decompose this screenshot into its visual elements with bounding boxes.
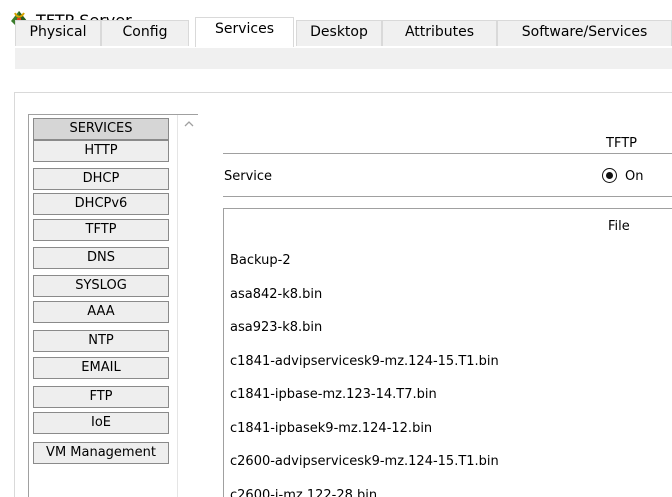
tftp-server-window: TFTP Server Physical Config Services Des… bbox=[0, 0, 672, 497]
tab-config[interactable]: Config bbox=[101, 20, 189, 46]
service-tftp-button[interactable]: TFTP bbox=[33, 219, 169, 241]
tab-attributes[interactable]: Attributes bbox=[382, 20, 497, 46]
service-ioe-button[interactable]: IoE bbox=[33, 412, 169, 434]
file-column-header: File bbox=[608, 219, 630, 234]
service-syslog-button[interactable]: SYSLOG bbox=[33, 275, 169, 297]
file-row[interactable]: c1841-ipbase-mz.123-14.T7.bin bbox=[230, 387, 437, 402]
file-row[interactable]: asa842-k8.bin bbox=[230, 287, 322, 302]
file-row[interactable]: c2600-i-mz.122-28.bin bbox=[230, 488, 377, 497]
service-label: Service bbox=[224, 169, 273, 184]
service-dns-button[interactable]: DNS bbox=[33, 247, 169, 269]
file-row[interactable]: c1841-advipservicesk9-mz.124-15.T1.bin bbox=[230, 354, 499, 369]
service-on-label[interactable]: On bbox=[625, 169, 643, 184]
services-scrollbar[interactable] bbox=[177, 115, 199, 497]
service-on-radio[interactable] bbox=[602, 168, 617, 183]
separator-top bbox=[223, 153, 672, 154]
tab-strip bbox=[0, 46, 672, 69]
service-aaa-button[interactable]: AAA bbox=[33, 301, 169, 323]
service-dhcp-button[interactable]: DHCP bbox=[33, 168, 169, 190]
file-row[interactable]: Backup-2 bbox=[230, 253, 291, 268]
file-row[interactable]: c1841-ipbasek9-mz.124-12.bin bbox=[230, 421, 432, 436]
tab-physical[interactable]: Physical bbox=[15, 20, 101, 46]
service-ftp-button[interactable]: FTP bbox=[33, 386, 169, 408]
tab-software-services[interactable]: Software/Services bbox=[497, 20, 672, 46]
service-email-button[interactable]: EMAIL bbox=[33, 357, 169, 379]
service-vm-management-button[interactable]: VM Management bbox=[33, 442, 169, 464]
tftp-heading: TFTP bbox=[606, 136, 637, 151]
scroll-up-icon[interactable] bbox=[178, 115, 200, 133]
radio-selected-dot bbox=[606, 172, 613, 179]
file-row[interactable]: c2600-advipservicesk9-mz.124-15.T1.bin bbox=[230, 454, 499, 469]
service-ntp-button[interactable]: NTP bbox=[33, 330, 169, 352]
separator-bottom bbox=[223, 196, 672, 197]
services-list: SERVICES HTTP DHCP DHCPv6 TFTP DNS SYSLO… bbox=[28, 114, 199, 497]
tab-strip-background bbox=[15, 48, 672, 69]
service-http-button[interactable]: HTTP bbox=[33, 140, 169, 162]
tab-services[interactable]: Services bbox=[195, 17, 294, 47]
file-row[interactable]: asa923-k8.bin bbox=[230, 320, 322, 335]
service-dhcpv6-button[interactable]: DHCPv6 bbox=[33, 193, 169, 215]
services-header: SERVICES bbox=[33, 118, 169, 140]
file-list[interactable]: File Backup-2 asa842-k8.bin asa923-k8.bi… bbox=[223, 208, 672, 497]
tab-desktop[interactable]: Desktop bbox=[296, 20, 382, 46]
scroll-track[interactable] bbox=[182, 135, 196, 490]
